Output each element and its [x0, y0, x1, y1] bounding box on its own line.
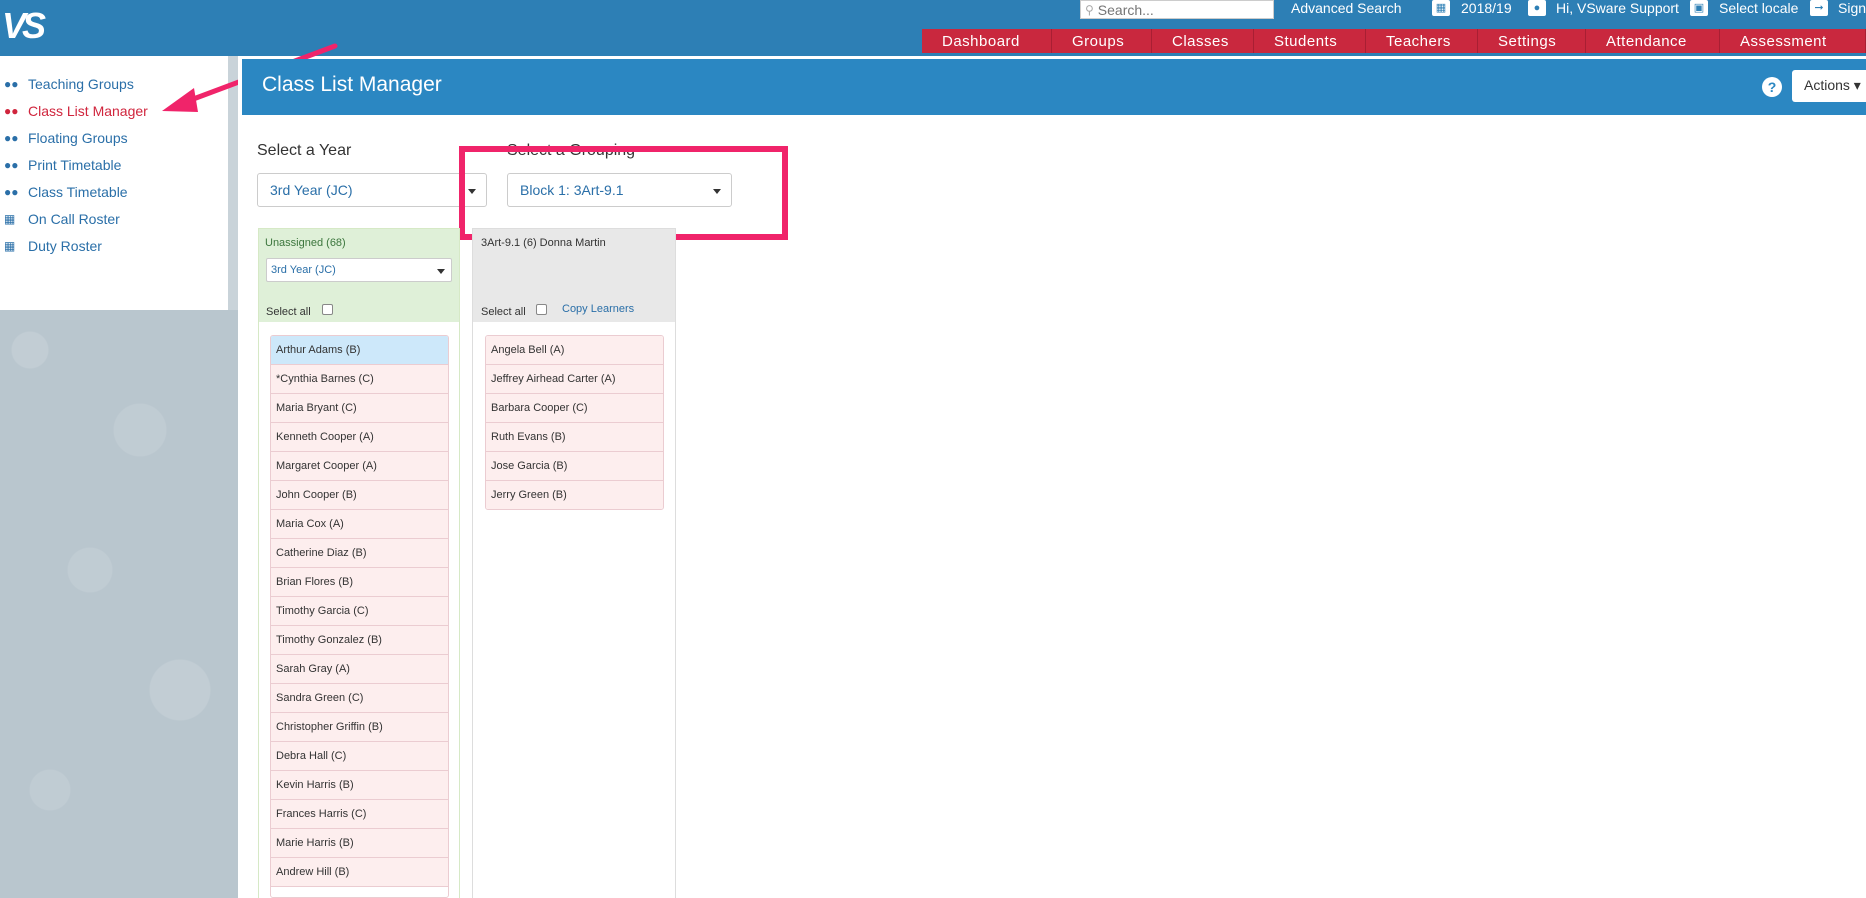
- sidebar-item-floating-groups[interactable]: ●● Floating Groups: [4, 130, 128, 146]
- sidebar-item-label: Class List Manager: [28, 103, 148, 119]
- unassigned-student-list: Arthur Adams (B) *Cynthia Barnes (C) Mar…: [270, 335, 449, 898]
- group-student-list: Angela Bell (A) Jeffrey Airhead Carter (…: [485, 335, 664, 510]
- annotation-highlight-box: [459, 146, 788, 240]
- sign-out-link[interactable]: Sign: [1838, 0, 1866, 16]
- unassigned-filter-value: 3rd Year (JC): [271, 264, 336, 276]
- sidebar-item-label: Duty Roster: [28, 238, 102, 254]
- nav-dashboard[interactable]: Dashboard: [922, 29, 1052, 53]
- list-item[interactable]: Marie Harris (B): [271, 829, 448, 858]
- search-icon: ⚲: [1085, 2, 1094, 17]
- nav-students[interactable]: Students: [1254, 29, 1366, 53]
- list-item[interactable]: Timothy Garcia (C): [271, 597, 448, 626]
- main-gap: [238, 56, 242, 898]
- users-icon: ●●: [4, 77, 19, 91]
- user-greeting[interactable]: Hi, VSware Support: [1556, 0, 1679, 16]
- list-item[interactable]: Sandra Green (C): [271, 684, 448, 713]
- academic-year[interactable]: 2018/19: [1461, 0, 1512, 16]
- unassigned-title: Unassigned (68): [265, 237, 346, 249]
- unassigned-select-all-label: Select all: [266, 306, 311, 318]
- chevron-down-icon: [437, 269, 445, 274]
- list-item[interactable]: Angela Bell (A): [486, 336, 663, 365]
- sidebar-item-class-list-manager[interactable]: ●● Class List Manager: [4, 103, 148, 119]
- sidebar-item-print-timetable[interactable]: ●● Print Timetable: [4, 157, 121, 173]
- sidebar-item-label: Print Timetable: [28, 157, 122, 173]
- sidebar-item-class-timetable[interactable]: ●● Class Timetable: [4, 184, 128, 200]
- year-select[interactable]: 3rd Year (JC): [257, 173, 487, 207]
- advanced-search-link[interactable]: Advanced Search: [1291, 0, 1402, 16]
- list-item[interactable]: Sarah Gray (A): [271, 655, 448, 684]
- select-year-label: Select a Year: [257, 142, 352, 159]
- year-select-value: 3rd Year (JC): [270, 182, 353, 198]
- copy-learners-link[interactable]: Copy Learners: [562, 303, 634, 315]
- users-icon: ●●: [4, 185, 19, 199]
- list-item[interactable]: Catherine Diaz (B): [271, 539, 448, 568]
- list-item[interactable]: Jose Garcia (B): [486, 452, 663, 481]
- group-select-all-label: Select all: [481, 306, 526, 318]
- nav-settings[interactable]: Settings: [1478, 29, 1586, 53]
- list-item[interactable]: Kenneth Cooper (A): [271, 423, 448, 452]
- list-item[interactable]: Debra Hall (C): [271, 742, 448, 771]
- list-item[interactable]: Maria Bryant (C): [271, 394, 448, 423]
- users-icon: ●●: [4, 104, 19, 118]
- select-locale-link[interactable]: Select locale: [1719, 0, 1798, 16]
- nav-groups[interactable]: Groups: [1052, 29, 1152, 53]
- sidebar-item-duty-roster[interactable]: ▦ Duty Roster: [4, 238, 102, 254]
- list-item[interactable]: Maria Cox (A): [271, 510, 448, 539]
- help-icon[interactable]: ?: [1762, 77, 1782, 97]
- list-item[interactable]: Arthur Adams (B): [271, 336, 448, 365]
- unassigned-filter-select[interactable]: 3rd Year (JC): [266, 258, 452, 282]
- nav-attendance[interactable]: Attendance: [1586, 29, 1720, 53]
- list-item[interactable]: Margaret Cooper (A): [271, 452, 448, 481]
- list-item[interactable]: Timothy Gonzalez (B): [271, 626, 448, 655]
- list-item[interactable]: Jeffrey Airhead Carter (A): [486, 365, 663, 394]
- calendar-icon: ▦: [4, 212, 16, 226]
- list-item[interactable]: Andrew Hill (B): [271, 858, 448, 887]
- nav-teachers[interactable]: Teachers: [1366, 29, 1478, 53]
- sidebar-item-label: Class Timetable: [28, 184, 128, 200]
- vsware-logo[interactable]: VS: [2, 6, 46, 46]
- list-item[interactable]: *Cynthia Barnes (C): [271, 365, 448, 394]
- search-input[interactable]: [1097, 1, 1268, 18]
- list-item[interactable]: Brian Flores (B): [271, 568, 448, 597]
- users-icon: ●●: [4, 131, 19, 145]
- users-icon: ●●: [4, 158, 19, 172]
- page-header: Class List Manager ? Actions ▾: [242, 59, 1866, 115]
- actions-button[interactable]: Actions ▾: [1792, 70, 1866, 102]
- group-title: 3Art-9.1 (6) Donna Martin: [481, 237, 606, 249]
- page-title: Class List Manager: [262, 73, 442, 96]
- language-icon: ▣: [1690, 0, 1708, 16]
- sidebar-item-label: Floating Groups: [28, 130, 128, 146]
- calendar-icon: ▦: [1432, 0, 1450, 16]
- list-item[interactable]: Barbara Cooper (C): [486, 394, 663, 423]
- sidebar-item-label: Teaching Groups: [28, 76, 134, 92]
- group-select-all-checkbox[interactable]: [536, 304, 547, 315]
- search-box[interactable]: ⚲: [1080, 0, 1274, 19]
- user-icon: ●: [1528, 0, 1546, 16]
- calendar-icon: ▦: [4, 239, 16, 253]
- main-nav: Dashboard Groups Classes Students Teache…: [922, 29, 1866, 53]
- list-item[interactable]: John Cooper (B): [271, 481, 448, 510]
- nav-classes[interactable]: Classes: [1152, 29, 1254, 53]
- sign-out-icon: ➞: [1810, 0, 1828, 16]
- background-pattern: [0, 310, 238, 898]
- list-item[interactable]: Jerry Green (B): [486, 481, 663, 509]
- sidebar-item-on-call-roster[interactable]: ▦ On Call Roster: [4, 211, 120, 227]
- list-item[interactable]: Frances Harris (C): [271, 800, 448, 829]
- sidebar-item-label: On Call Roster: [28, 211, 120, 227]
- list-item[interactable]: Kevin Harris (B): [271, 771, 448, 800]
- sidebar-item-teaching-groups[interactable]: ●● Teaching Groups: [4, 76, 134, 92]
- nav-assessment[interactable]: Assessment: [1720, 29, 1866, 53]
- unassigned-select-all-checkbox[interactable]: [322, 304, 333, 315]
- list-item[interactable]: Ruth Evans (B): [486, 423, 663, 452]
- list-item[interactable]: Christopher Griffin (B): [271, 713, 448, 742]
